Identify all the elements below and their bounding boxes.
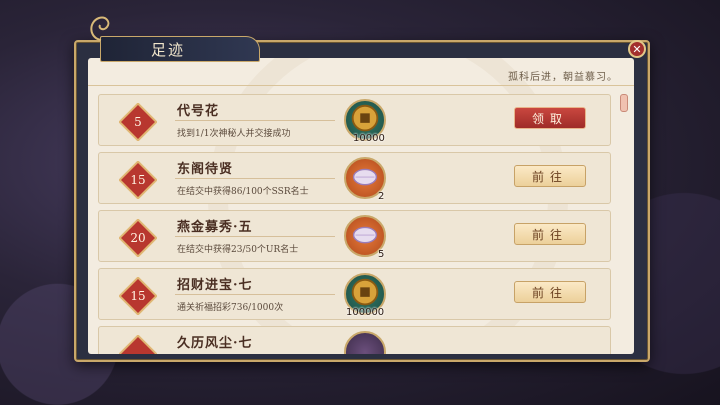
task-title: 久历风尘·七: [177, 336, 253, 351]
divider: [88, 85, 634, 86]
reward-gem-icon[interactable]: [344, 331, 386, 354]
task-description: 在结交中获得23/50个UR名士: [177, 245, 299, 255]
task-description: 找到1/1次神秘人并交接成功: [177, 129, 291, 139]
goto-button[interactable]: 前往: [514, 281, 586, 303]
task-row: 5 代号花 找到1/1次神秘人并交接成功 10000 领取: [98, 94, 611, 146]
level-number: 15: [130, 173, 145, 187]
task-list-area: 孤科后进，朝益慕习。 5 代号花 找到1/1次神秘人并交接成功 10000 领取…: [88, 58, 634, 354]
level-diamond-icon: 15: [119, 161, 157, 199]
task-divider: [175, 178, 335, 179]
scroll-thumb[interactable]: [620, 94, 628, 112]
level-number: 20: [130, 231, 145, 245]
reward-count: 2: [378, 191, 385, 202]
title-swirl-icon: [90, 16, 110, 41]
task-divider: [175, 294, 335, 295]
task-description: 通关祈福招彩736/1000次: [177, 303, 284, 313]
task-description: 在结交中获得86/100个SSR名士: [177, 187, 309, 197]
task-title: 燕金募秀·五: [177, 220, 253, 235]
level-number: 15: [130, 289, 145, 303]
reward-count: 100000: [346, 307, 385, 318]
task-title: 招财进宝·七: [177, 278, 253, 293]
level-diamond-icon: 5: [119, 103, 157, 141]
goto-button[interactable]: 前往: [514, 223, 586, 245]
task-row: 久历风尘·七: [98, 326, 611, 354]
task-divider: [175, 236, 335, 237]
level-diamond-icon: 15: [119, 277, 157, 315]
page-title-text: 足迹: [151, 40, 186, 59]
task-divider: [175, 120, 335, 121]
scrollbar[interactable]: [620, 94, 628, 352]
task-title: 代号花: [177, 104, 220, 119]
footer-decoration: [290, 366, 430, 376]
reward-count: 10000: [353, 133, 385, 144]
task-row: 20 燕金募秀·五 在结交中获得23/50个UR名士 5 前往: [98, 210, 611, 262]
subtitle: 孤科后进，朝益慕习。: [508, 72, 618, 83]
task-title: 东阁待贤: [177, 162, 234, 177]
level-diamond-icon: 20: [119, 219, 157, 257]
page-title: 足迹: [100, 36, 260, 62]
goto-button[interactable]: 前往: [514, 165, 586, 187]
reward-count: 5: [378, 249, 385, 260]
task-row: 15 招财进宝·七 通关祈福招彩736/1000次 100000 前往: [98, 268, 611, 320]
level-diamond-icon: [119, 335, 157, 354]
level-number: 5: [134, 115, 142, 129]
close-icon: ✕: [632, 42, 642, 56]
close-button[interactable]: ✕: [628, 40, 646, 58]
claim-button[interactable]: 领取: [514, 107, 586, 129]
task-row: 15 东阁待贤 在结交中获得86/100个SSR名士 2 前往: [98, 152, 611, 204]
